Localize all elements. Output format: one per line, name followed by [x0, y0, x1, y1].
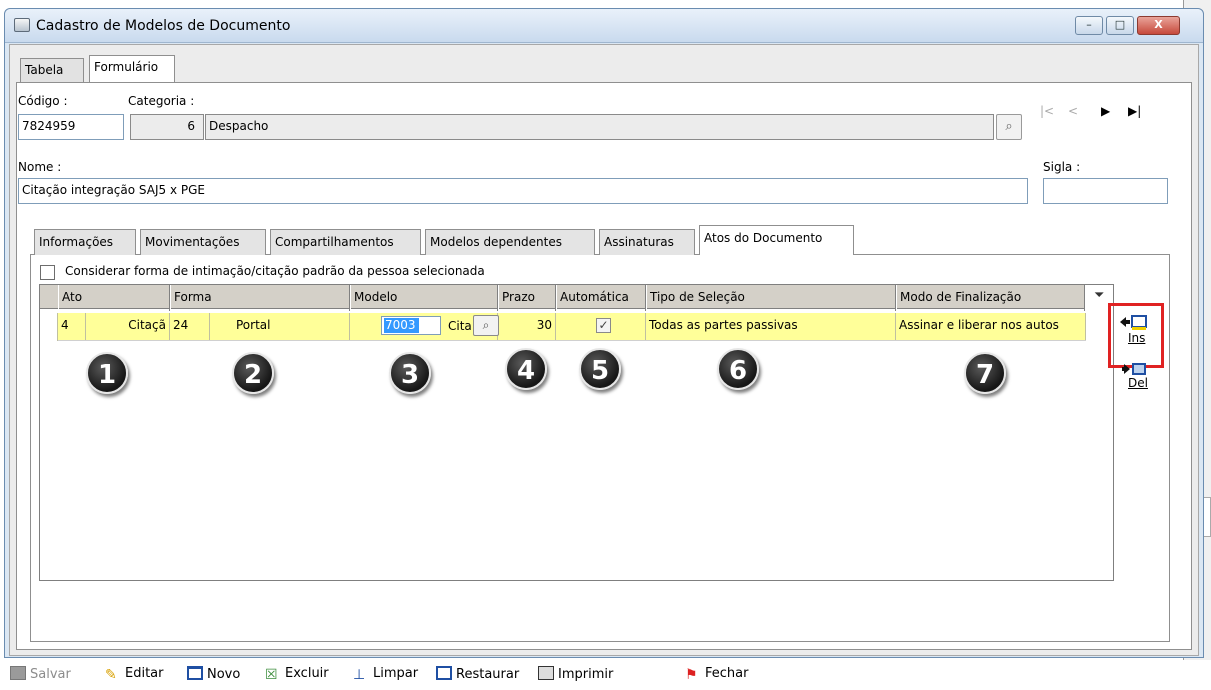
col-automatica[interactable]: Automática — [556, 285, 646, 311]
table-row[interactable]: 4 Citaçã 24 Portal 30 Todas as partes pa… — [40, 313, 1086, 341]
tab-atos-do-documento[interactable]: Atos do Documento — [699, 225, 854, 255]
nav-prev-button[interactable]: < — [1068, 104, 1078, 118]
tab-movimentacoes[interactable]: Movimentações — [140, 229, 266, 255]
imprimir-label: Imprimir — [558, 667, 614, 682]
del-label: Del — [1128, 376, 1148, 390]
cell-ato-code[interactable]: 4 — [58, 313, 86, 340]
categoria-search-button[interactable]: ⌕ — [996, 114, 1022, 140]
fechar-label: Fechar — [705, 666, 749, 681]
modelo-search-button[interactable]: ⌕ — [473, 315, 499, 336]
categoria-desc-field: Despacho — [205, 114, 994, 140]
limpar-button[interactable]: ⊥ Limpar — [353, 666, 418, 682]
sigla-label: Sigla : — [1043, 160, 1081, 174]
edit-pointer-icon: ✎ — [105, 667, 117, 683]
salvar-button[interactable]: Salvar — [10, 666, 71, 682]
automatica-checkbox[interactable]: ✓ — [596, 318, 611, 333]
nome-field[interactable]: Citação integração SAJ5 x PGE — [18, 178, 1028, 204]
callout-4: 4 — [505, 348, 547, 390]
restore-icon — [436, 666, 452, 680]
title-bar: Cadastro de Modelos de Documento – □ X — [5, 9, 1203, 43]
magnifier-icon: ⌕ — [482, 318, 490, 332]
delete-icon: ☒ — [265, 667, 278, 683]
codigo-field[interactable]: 7824959 — [18, 114, 124, 140]
new-record-icon — [187, 666, 203, 680]
padrao-checkbox[interactable] — [40, 265, 55, 280]
cell-ato-desc: Citaçã — [86, 313, 170, 340]
checkmark-icon: ✓ — [598, 318, 609, 332]
tab-assinaturas[interactable]: Assinaturas — [599, 229, 695, 255]
printer-icon — [538, 666, 554, 680]
nav-last-button[interactable]: ▶| — [1128, 104, 1141, 118]
nav-next-button[interactable]: ▶ — [1101, 104, 1110, 118]
tab-modelos-dependentes[interactable]: Modelos dependentes — [425, 229, 595, 255]
cell-modo-finalizacao[interactable]: Assinar e liberar nos autos — [896, 313, 1086, 340]
tab-formulario[interactable]: Formulário — [89, 55, 175, 83]
editar-label: Editar — [125, 666, 164, 681]
maximize-button[interactable]: □ — [1106, 16, 1134, 35]
sigla-field[interactable] — [1043, 178, 1168, 204]
modelo-selected-text: 7003 — [384, 318, 419, 333]
cell-forma-code[interactable]: 24 — [170, 313, 210, 340]
row-indicator — [40, 313, 58, 341]
tab-tabela[interactable]: Tabela — [20, 58, 84, 82]
modelo-desc: Cita — [448, 319, 472, 333]
insert-row-icon — [1120, 315, 1147, 330]
callout-1: 1 — [86, 352, 128, 394]
magnifier-icon: ⌕ — [1005, 119, 1013, 134]
categoria-label: Categoria : — [128, 94, 195, 108]
callout-2: 2 — [232, 352, 274, 394]
delete-row-icon — [1122, 363, 1146, 375]
nav-first-button[interactable]: |< — [1040, 104, 1054, 118]
limpar-label: Limpar — [373, 666, 419, 681]
col-prazo[interactable]: Prazo — [498, 285, 556, 311]
callout-7: 7 — [964, 352, 1006, 394]
tab-informacoes[interactable]: Informações — [34, 229, 136, 255]
excluir-label: Excluir — [285, 666, 329, 681]
col-modelo[interactable]: Modelo — [350, 285, 498, 311]
minimize-button[interactable]: – — [1075, 16, 1103, 35]
salvar-label: Salvar — [30, 667, 71, 682]
app-icon — [14, 18, 30, 32]
callout-5: 5 — [579, 348, 621, 390]
callout-3: 3 — [389, 352, 431, 394]
fechar-button[interactable]: ⚑ Fechar — [685, 666, 748, 682]
filter-icon[interactable]: ⏷ — [1094, 288, 1108, 304]
col-ato[interactable]: Ato — [58, 285, 170, 311]
close-button[interactable]: X — [1137, 16, 1180, 35]
categoria-code-field[interactable]: 6 — [130, 114, 204, 140]
codigo-label: Código : — [18, 94, 68, 108]
cell-prazo[interactable]: 30 — [498, 313, 556, 340]
restaurar-label: Restaurar — [456, 667, 520, 682]
window-title: Cadastro de Modelos de Documento — [36, 18, 291, 34]
editar-button[interactable]: ✎ Editar — [105, 666, 164, 682]
exit-flag-icon: ⚑ — [685, 667, 698, 683]
broom-icon: ⊥ — [353, 667, 366, 683]
grid-header: Ato Forma Modelo Prazo Automática Tipo d… — [40, 285, 1085, 311]
nome-label: Nome : — [18, 160, 62, 174]
ins-label: Ins — [1128, 331, 1146, 345]
col-forma[interactable]: Forma — [170, 285, 350, 311]
padrao-checkbox-label: Considerar forma de intimação/citação pa… — [65, 264, 485, 278]
cell-forma-desc: Portal — [210, 313, 350, 340]
excluir-button[interactable]: ☒ Excluir — [265, 666, 329, 682]
novo-label: Novo — [207, 667, 241, 682]
col-modo-finalizacao[interactable]: Modo de Finalização — [896, 285, 1085, 311]
save-icon — [10, 666, 26, 680]
imprimir-button[interactable]: Imprimir — [538, 666, 613, 682]
restaurar-button[interactable]: Restaurar — [436, 666, 519, 682]
tab-compartilhamentos[interactable]: Compartilhamentos — [270, 229, 421, 255]
callout-6: 6 — [717, 348, 759, 390]
novo-button[interactable]: Novo — [187, 666, 240, 682]
cell-tipo-selecao[interactable]: Todas as partes passivas — [646, 313, 896, 340]
col-tipo-selecao[interactable]: Tipo de Seleção — [646, 285, 896, 311]
